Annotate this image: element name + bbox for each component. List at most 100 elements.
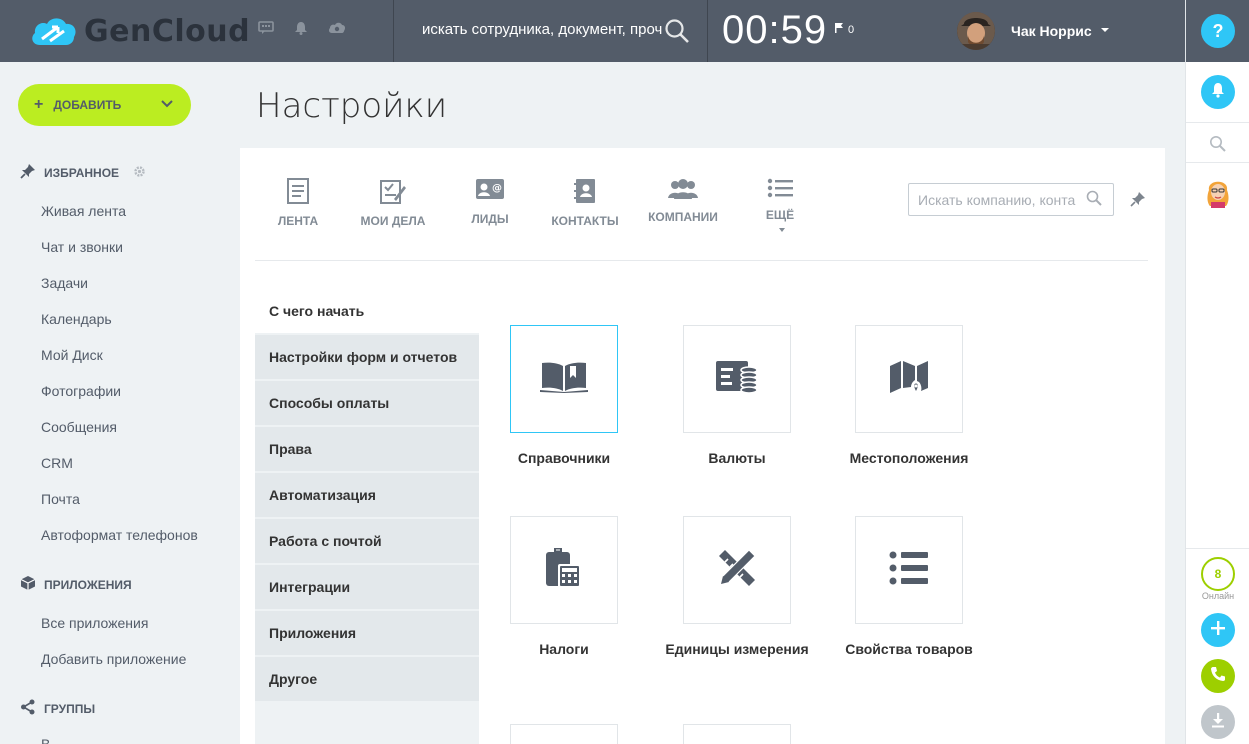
tab-feed[interactable]: ЛЕНТА (275, 178, 321, 228)
settings-nav-item-mail[interactable]: Работа с почтой (255, 519, 479, 563)
online-counter[interactable]: 8 (1201, 557, 1235, 591)
tile-locations[interactable] (855, 325, 963, 433)
sidebar-item-crm[interactable]: CRM (41, 455, 73, 471)
gear-icon[interactable] (133, 165, 146, 181)
tile-partial[interactable] (683, 724, 791, 744)
divider (905, 0, 906, 62)
online-label: Онлайн (1201, 591, 1235, 601)
tab-leads[interactable]: @ ЛИДЫ (468, 178, 512, 226)
sidebar-item-all-apps[interactable]: Все приложения (41, 615, 148, 631)
tile-units[interactable] (683, 516, 791, 624)
settings-nav-item-other[interactable]: Другое (255, 657, 479, 701)
apps-section-title[interactable]: ПРИЛОЖЕНИЯ (20, 575, 132, 594)
download-icon (1211, 712, 1225, 733)
map-icon (889, 360, 929, 399)
tile-product-properties-label: Свойства товаров (845, 641, 973, 657)
rail-header: ? (1186, 0, 1249, 62)
settings-nav-item-forms-reports[interactable]: Настройки форм и отчетов (255, 335, 479, 379)
work-day-timer[interactable]: 00:59 (722, 8, 827, 53)
add-button-label: ДОБАВИТЬ (53, 98, 122, 112)
sidebar-item-phone-format[interactable]: Автоформат телефонов (41, 527, 198, 543)
tile-units-label: Единицы измерения (665, 641, 809, 657)
tile-locations-label: Местоположения (849, 450, 969, 466)
tile-partial[interactable] (510, 724, 618, 744)
apps-title: ПРИЛОЖЕНИЯ (44, 577, 132, 592)
tab-my-tasks[interactable]: МОИ ДЕЛА (360, 178, 426, 228)
divider (707, 0, 708, 62)
favorites-section-title[interactable]: ИЗБРАННОЕ (20, 163, 146, 182)
tile-directories[interactable] (510, 325, 618, 433)
crm-tabs: ЛЕНТА МОИ ДЕЛА @ ЛИДЫ КОНТАКТЫ КОМПАНИИ … (240, 148, 1165, 260)
download-button[interactable] (1201, 705, 1235, 739)
favorites-title: ИЗБРАННОЕ (44, 165, 120, 180)
list-icon (889, 551, 929, 590)
sidebar-item-add-app[interactable]: Добавить приложение (41, 651, 186, 667)
svg-text:@: @ (492, 183, 502, 194)
tab-contacts-label: КОНТАКТЫ (551, 214, 619, 228)
bell-icon[interactable] (294, 21, 308, 35)
settings-nav-item-permissions[interactable]: Права (255, 427, 479, 471)
sidebar-item-live-feed[interactable]: Живая лента (41, 203, 126, 219)
flag-counter[interactable]: 0 (835, 23, 854, 36)
add-button[interactable]: + ДОБАВИТЬ (18, 84, 191, 126)
search-icon[interactable] (664, 18, 690, 49)
settings-nav-item-automation[interactable]: Автоматизация (255, 473, 479, 517)
chat-icon[interactable] (258, 21, 274, 35)
tax-calculator-icon (544, 546, 584, 595)
tab-feed-label: ЛЕНТА (277, 214, 319, 228)
global-search-input[interactable]: искать сотрудника, документ, проч (422, 21, 662, 38)
search-icon[interactable] (1086, 190, 1102, 211)
sidebar-item-group[interactable]: В (41, 736, 50, 744)
right-rail: ? 8 Онлайн (1185, 0, 1249, 744)
sidebar-item-messages[interactable]: Сообщения (41, 419, 117, 435)
sidebar-item-tasks[interactable]: Задачи (41, 275, 88, 291)
document-icon (275, 178, 321, 204)
settings-nav-item-payment-methods[interactable]: Способы оплаты (255, 381, 479, 425)
tab-companies[interactable]: КОМПАНИИ (645, 178, 721, 224)
address-book-icon (550, 178, 620, 204)
sidebar-item-photos[interactable]: Фотографии (41, 383, 121, 399)
chevron-down-icon[interactable] (1101, 28, 1109, 32)
add-button[interactable] (1201, 613, 1235, 647)
pin-icon[interactable] (1130, 191, 1146, 212)
logo[interactable]: GenCloud (28, 10, 250, 52)
chevron-down-icon (778, 227, 785, 232)
tile-currencies[interactable] (683, 325, 791, 433)
cloud-sync-icon[interactable] (328, 22, 346, 34)
contact-card-icon: @ (468, 178, 512, 202)
share-icon (20, 699, 36, 718)
tab-contacts[interactable]: КОНТАКТЫ (550, 178, 620, 228)
tab-more-label: ЕЩЁ (765, 208, 795, 222)
tile-product-properties[interactable] (855, 516, 963, 624)
tile-taxes-label: Налоги (539, 641, 589, 657)
help-button[interactable]: ? (1201, 14, 1235, 48)
logo-text: GenCloud (84, 13, 251, 49)
groups-section-title[interactable]: ГРУППЫ (20, 699, 95, 718)
checklist-icon (360, 178, 426, 204)
sidebar-item-my-drive[interactable]: Мой Диск (41, 347, 103, 363)
divider (1186, 122, 1249, 123)
groups-title: ГРУППЫ (44, 701, 96, 716)
user-name[interactable]: Чак Норрис (1011, 23, 1092, 39)
settings-nav-item-getting-started[interactable]: С чего начать (255, 289, 479, 333)
notifications-button[interactable] (1201, 75, 1235, 109)
tab-my-tasks-label: МОИ ДЕЛА (360, 214, 426, 228)
tab-more[interactable]: ЕЩЁ (760, 178, 800, 236)
flag-count: 0 (848, 23, 855, 36)
sidebar-item-chat[interactable]: Чат и звонки (41, 239, 123, 255)
crm-search-input[interactable] (908, 183, 1114, 216)
tab-leads-label: ЛИДЫ (471, 212, 509, 226)
contact-avatar[interactable] (1203, 176, 1233, 213)
search-icon[interactable] (1209, 135, 1226, 157)
sidebar-item-calendar[interactable]: Календарь (41, 311, 112, 327)
settings-nav-item-applications[interactable]: Приложения (255, 611, 479, 655)
plus-icon: + (34, 96, 44, 113)
plus-icon (1210, 620, 1226, 641)
phone-button[interactable] (1201, 659, 1235, 693)
tile-taxes[interactable] (510, 516, 618, 624)
sidebar-item-mail[interactable]: Почта (41, 491, 80, 507)
flag-icon (835, 23, 843, 36)
settings-nav-item-integrations[interactable]: Интеграции (255, 565, 479, 609)
divider (1186, 548, 1249, 549)
user-avatar[interactable] (957, 12, 995, 50)
